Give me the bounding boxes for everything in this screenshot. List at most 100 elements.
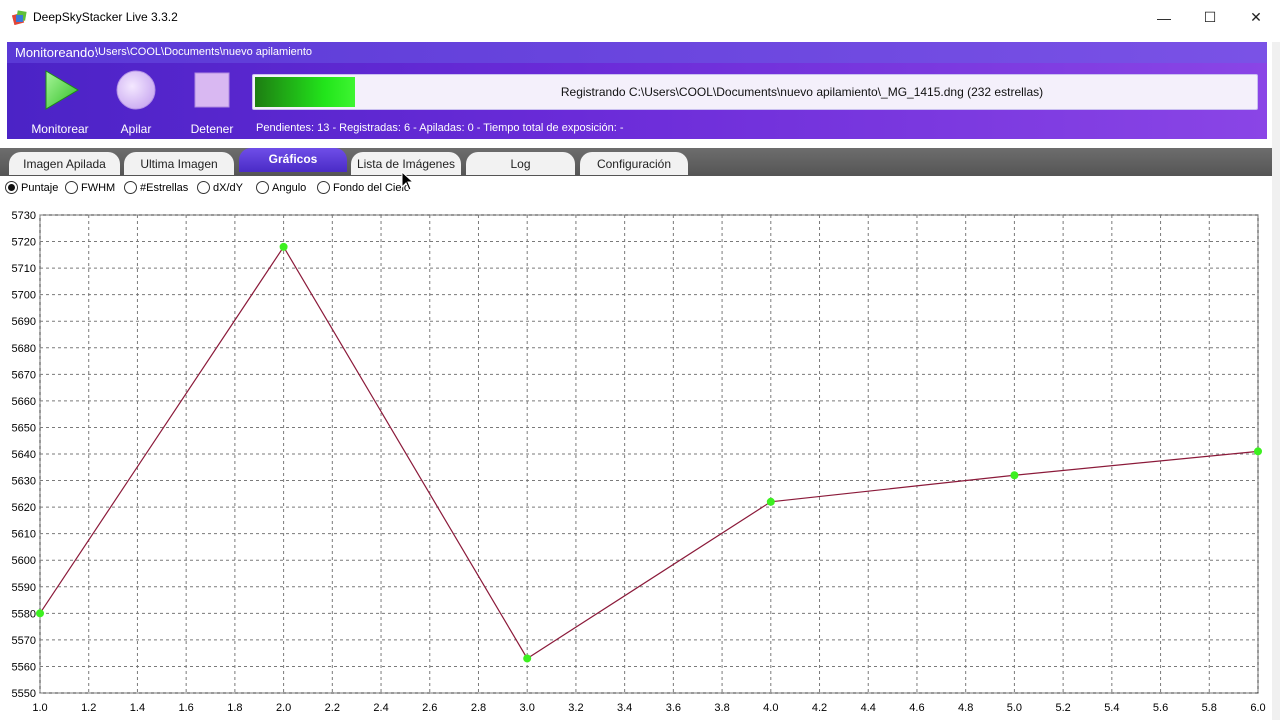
tab-last-image[interactable]: Ultima Imagen	[124, 152, 234, 175]
window-title-bar: DeepSkyStacker Live 3.3.2 — ☐ ✕	[0, 0, 1280, 35]
maximize-button[interactable]: ☐	[1187, 0, 1233, 35]
score-chart: 5550 5560 5570 5580 5590 5600 5610 5620 5630 5640…	[12, 210, 1266, 714]
radio-stars[interactable]: #Estrellas	[124, 181, 188, 194]
monitor-label-text: Monitorear	[31, 122, 89, 136]
x-tick-label: 2.0	[276, 702, 291, 714]
radio-sky-background[interactable]: Fondo del Cielo	[317, 181, 410, 194]
x-tick-label: 5.6	[1153, 702, 1168, 714]
x-tick-label: 5.4	[1104, 702, 1119, 714]
data-point	[766, 497, 775, 506]
x-tick-label: 4.6	[909, 702, 924, 714]
progress-status-text: Registrando C:\Users\COOL\Documents\nuev…	[560, 85, 1044, 99]
x-tick-label: 1.2	[81, 702, 96, 714]
progress-box: Registrando C:\Users\COOL\Documents\nuev…	[252, 74, 1258, 110]
data-point	[279, 242, 288, 251]
y-tick-label: 5650	[12, 422, 36, 434]
x-tick-label: 4.0	[763, 702, 778, 714]
x-tick-label: 5.8	[1202, 702, 1217, 714]
stop-icon	[194, 72, 230, 108]
x-tick-label: 3.0	[520, 702, 535, 714]
monitor-label: Monitoreando:	[15, 45, 99, 60]
monitor-panel: Monitoreando: \Users\COOL\Documents\nuev…	[7, 42, 1267, 139]
app-icon	[12, 10, 27, 25]
y-tick-label: 5690	[12, 316, 36, 328]
y-tick-label: 5580	[12, 608, 36, 620]
y-tick-label: 5560	[12, 661, 36, 673]
radio-sky-background-label: Fondo del Cielo	[333, 181, 411, 194]
y-tick-label: 5730	[12, 210, 36, 222]
x-tick-label: 3.8	[714, 702, 729, 714]
y-tick-label: 5670	[12, 369, 36, 381]
y-tick-label: 5620	[12, 502, 36, 514]
x-tick-label: 6.0	[1250, 702, 1265, 714]
y-tick-label: 5550	[12, 688, 36, 700]
x-tick-label: 1.0	[32, 702, 47, 714]
radio-stars-label: #Estrellas	[140, 181, 189, 194]
radio-score-label: Puntaje	[21, 181, 59, 194]
x-tick-label: 4.2	[812, 702, 827, 714]
x-tick-label: 5.2	[1055, 702, 1070, 714]
close-button[interactable]: ✕	[1233, 0, 1279, 35]
stats-text: Pendientes: 13 - Registradas: 6 - Apilad…	[256, 122, 624, 134]
radio-dxdy-label: dX/dY	[213, 181, 243, 194]
monitor-header: Monitoreando: \Users\COOL\Documents\nuev…	[7, 42, 1267, 63]
stop-label-text: Detener	[190, 122, 234, 136]
progress-bar	[255, 77, 355, 107]
data-point	[1010, 471, 1019, 480]
y-tick-label: 5630	[12, 476, 36, 488]
window-right-edge	[1272, 42, 1280, 720]
y-tick-label: 5710	[12, 263, 36, 275]
x-tick-label: 4.8	[958, 702, 973, 714]
x-tick-label: 1.4	[130, 702, 145, 714]
graph-option-row: Puntaje FWHM #Estrellas dX/dY Angulo Fon…	[0, 171, 1276, 198]
radio-fwhm[interactable]: FWHM	[65, 181, 115, 194]
x-tick-label: 2.4	[373, 702, 388, 714]
radio-angle-circle	[256, 181, 269, 194]
minimize-button[interactable]: —	[1141, 0, 1187, 35]
radio-angle-label: Angulo	[272, 181, 307, 194]
monitor-path: \Users\COOL\Documents\nuevo apilamiento	[95, 46, 313, 58]
radio-stars-circle	[124, 181, 137, 194]
x-tick-label: 2.2	[325, 702, 340, 714]
window-title: DeepSkyStacker Live 3.3.2	[33, 10, 178, 24]
y-tick-label: 5590	[12, 582, 36, 594]
y-tick-label: 5600	[12, 555, 36, 567]
data-point	[523, 654, 532, 663]
x-tick-label: 3.6	[666, 702, 681, 714]
tab-strip: Imagen Apilada Ultima Imagen Gráficos Li…	[0, 148, 1276, 176]
y-tick-label: 5610	[12, 529, 36, 541]
data-point	[1254, 447, 1262, 456]
radio-fwhm-label: FWHM	[81, 181, 116, 194]
y-tick-label: 5680	[12, 343, 36, 355]
stack-button[interactable]: Apilar	[101, 68, 171, 136]
monitor-button[interactable]: Monitorear	[25, 68, 95, 136]
tab-settings[interactable]: Configuración	[580, 152, 688, 175]
progress-fill	[255, 77, 355, 107]
x-tick-label: 3.4	[617, 702, 632, 714]
x-tick-label: 4.4	[861, 702, 876, 714]
stack-label-text: Apilar	[120, 122, 152, 136]
radio-dxdy[interactable]: dX/dY	[197, 181, 243, 194]
x-tick-label: 1.6	[179, 702, 194, 714]
radio-sky-background-circle	[317, 181, 330, 194]
y-tick-label: 5640	[12, 449, 36, 461]
graph-area: 5550 5560 5570 5580 5590 5600 5610 5620 5630 5640…	[0, 207, 1276, 720]
radio-angle[interactable]: Angulo	[256, 181, 306, 194]
tab-log[interactable]: Log	[466, 152, 575, 175]
x-tick-label: 3.2	[568, 702, 583, 714]
data-point	[36, 609, 44, 618]
stack-circle-icon	[116, 70, 156, 110]
radio-score[interactable]: Puntaje	[5, 181, 58, 194]
y-tick-label: 5700	[12, 290, 36, 302]
radio-score-circle	[5, 181, 18, 194]
radio-dxdy-circle	[197, 181, 210, 194]
y-tick-label: 5720	[12, 237, 36, 249]
tab-graphs[interactable]: Gráficos	[239, 148, 347, 172]
tab-stacked-image[interactable]: Imagen Apilada	[9, 152, 120, 175]
mouse-cursor-icon	[401, 171, 413, 191]
x-tick-label: 2.6	[422, 702, 437, 714]
stop-button[interactable]: Detener	[177, 68, 247, 136]
y-tick-label: 5660	[12, 396, 36, 408]
radio-fwhm-circle	[65, 181, 78, 194]
x-tick-label: 2.8	[471, 702, 486, 714]
